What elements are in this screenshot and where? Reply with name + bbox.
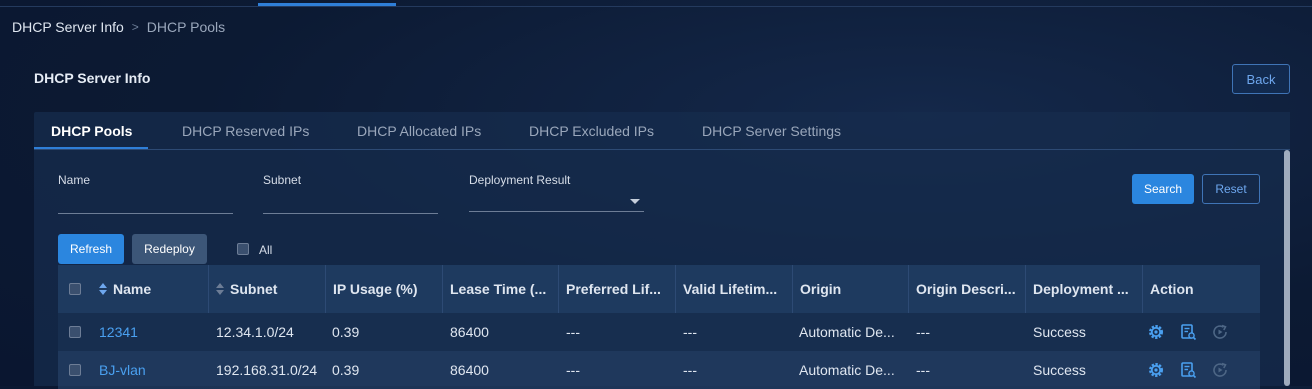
tab-dhcp-server-settings[interactable]: DHCP Server Settings — [702, 123, 841, 139]
all-checkbox[interactable] — [237, 243, 249, 255]
column-header-name[interactable]: Name — [113, 281, 151, 297]
column-divider — [1025, 265, 1026, 313]
column-header-preferred-lifetime: Preferred Lif... — [566, 281, 661, 297]
origin-cell: Automatic De... — [799, 324, 895, 340]
gear-icon[interactable] — [1147, 361, 1165, 379]
sort-icon[interactable] — [216, 283, 224, 295]
tab-dhcp-allocated-ips[interactable]: DHCP Allocated IPs — [357, 123, 481, 139]
refresh-button[interactable]: Refresh — [58, 234, 124, 264]
redeploy-icon — [1213, 362, 1227, 377]
active-tab-indicator — [34, 147, 148, 149]
column-divider — [1142, 265, 1143, 313]
vertical-scrollbar[interactable] — [1284, 150, 1290, 386]
lease-time-cell: 86400 — [450, 324, 489, 340]
column-header-lease-time: Lease Time (... — [450, 281, 547, 297]
column-header-ip-usage: IP Usage (%) — [333, 281, 418, 297]
tab-dhcp-excluded-ips[interactable]: DHCP Excluded IPs — [529, 123, 654, 139]
valid-lifetime-cell: --- — [683, 324, 697, 340]
origin-description-cell: --- — [916, 324, 930, 340]
deployment-result-cell: Success — [1033, 324, 1086, 340]
column-divider — [558, 265, 559, 313]
breadcrumb-current: DHCP Pools — [146, 19, 226, 35]
ip-usage-cell: 0.39 — [332, 362, 360, 378]
deployment-result-select[interactable] — [469, 211, 644, 212]
column-header-deployment-result: Deployment ... — [1033, 281, 1129, 297]
row-checkbox[interactable] — [69, 364, 81, 376]
tab-dhcp-reserved-ips[interactable]: DHCP Reserved IPs — [182, 123, 309, 139]
table-row: BJ-vlan 192.168.31.0/24 0.39 86400 --- -… — [58, 351, 1260, 389]
all-checkbox-label: All — [259, 243, 273, 257]
column-header-origin-description: Origin Descri... — [916, 281, 1016, 297]
column-header-subnet[interactable]: Subnet — [230, 281, 277, 297]
subnet-cell: 192.168.31.0/24 — [216, 362, 318, 378]
valid-lifetime-cell: --- — [683, 362, 697, 378]
table-header: Name Subnet IP Usage (%) Lease Time (...… — [58, 265, 1260, 313]
page-title: DHCP Server Info — [34, 70, 151, 86]
pool-name-link[interactable]: BJ-vlan — [99, 362, 146, 378]
breadcrumb: DHCP Server Info > DHCP Pools — [12, 19, 225, 35]
view-details-icon[interactable] — [1179, 323, 1197, 341]
view-details-icon[interactable] — [1179, 361, 1197, 379]
chevron-down-icon[interactable] — [630, 199, 640, 204]
table-row: 12341 12.34.1.0/24 0.39 86400 --- --- Au… — [58, 313, 1260, 351]
tab-bar: DHCP Pools DHCP Reserved IPs DHCP Alloca… — [34, 112, 1290, 150]
pool-name-link[interactable]: 12341 — [99, 324, 138, 340]
reset-button[interactable]: Reset — [1202, 174, 1260, 204]
search-button[interactable]: Search — [1132, 174, 1194, 204]
back-button[interactable]: Back — [1232, 64, 1290, 94]
deployment-result-label: Deployment Result — [469, 173, 571, 187]
preferred-lifetime-cell: --- — [566, 362, 580, 378]
preferred-lifetime-cell: --- — [566, 324, 580, 340]
column-divider — [442, 265, 443, 313]
name-filter-label: Name — [58, 173, 91, 187]
tab-dhcp-pools[interactable]: DHCP Pools — [51, 123, 132, 139]
subnet-cell: 12.34.1.0/24 — [216, 324, 294, 340]
subnet-filter-input[interactable] — [263, 213, 438, 214]
ip-usage-cell: 0.39 — [332, 324, 360, 340]
column-header-origin: Origin — [800, 281, 842, 297]
breadcrumb-parent[interactable]: DHCP Server Info — [12, 19, 124, 35]
lease-time-cell: 86400 — [450, 362, 489, 378]
sort-icon[interactable] — [99, 283, 107, 295]
redeploy-button[interactable]: Redeploy — [132, 234, 207, 264]
top-divider — [0, 6, 1312, 7]
main-panel: DHCP Pools DHCP Reserved IPs DHCP Alloca… — [34, 112, 1290, 389]
column-divider — [325, 265, 326, 313]
breadcrumb-separator: > — [131, 20, 139, 34]
name-filter-input[interactable] — [58, 213, 233, 214]
column-divider — [908, 265, 909, 313]
column-divider — [675, 265, 676, 313]
column-header-action: Action — [1150, 281, 1194, 297]
deployment-result-cell: Success — [1033, 362, 1086, 378]
row-checkbox[interactable] — [69, 326, 81, 338]
column-header-valid-lifetime: Valid Lifetim... — [683, 281, 778, 297]
column-divider — [792, 265, 793, 313]
column-divider — [208, 265, 209, 313]
redeploy-icon — [1213, 324, 1227, 339]
origin-cell: Automatic De... — [799, 362, 895, 378]
top-nav-active-indicator — [258, 3, 396, 6]
origin-description-cell: --- — [916, 362, 930, 378]
subnet-filter-label: Subnet — [263, 173, 302, 187]
select-all-rows-checkbox[interactable] — [69, 283, 81, 295]
gear-icon[interactable] — [1147, 323, 1165, 341]
